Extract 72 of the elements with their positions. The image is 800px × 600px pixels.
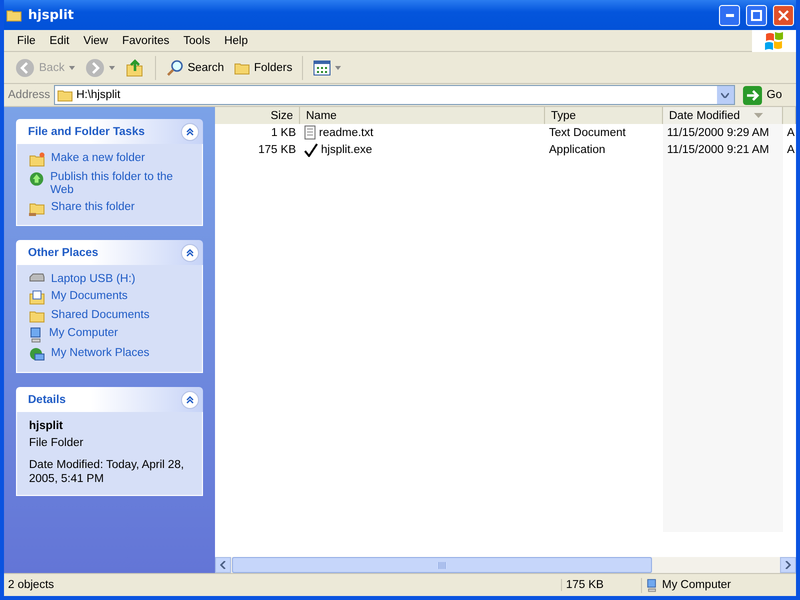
panel-title: File and Folder Tasks	[28, 126, 145, 138]
table-cell: 11/15/2000 9:21 AM	[663, 141, 783, 158]
computer-icon	[29, 327, 43, 343]
menu-item[interactable]: Edit	[42, 34, 76, 46]
new-folder-icon	[29, 152, 45, 167]
folder-icon	[57, 88, 74, 102]
menu-item[interactable]: Favorites	[115, 34, 176, 46]
task-link[interactable]: My Documents	[29, 290, 192, 305]
task-link[interactable]: Shared Documents	[29, 309, 192, 323]
menu-item[interactable]: View	[76, 34, 116, 46]
scroll-left-button[interactable]	[215, 557, 231, 573]
task-link[interactable]: Share this folder	[29, 201, 192, 216]
caret-icon	[68, 66, 75, 70]
shared-folder-icon	[29, 201, 45, 216]
menu-item[interactable]: Tools	[176, 34, 218, 46]
collapse-button[interactable]	[181, 390, 199, 408]
network-icon	[29, 347, 45, 363]
address-label: Address	[8, 89, 50, 101]
folder-icon	[6, 8, 22, 22]
search-icon	[166, 58, 184, 76]
folder-icon	[234, 60, 250, 74]
text-file-icon	[304, 125, 316, 140]
task-link[interactable]: Make a new folder	[29, 152, 192, 167]
address-field[interactable]: H:\hjsplit	[54, 85, 735, 105]
status-count: 2 objects	[7, 579, 56, 591]
scroll-right-button[interactable]	[780, 557, 796, 573]
folder-type: File Folder	[29, 436, 84, 450]
caret-icon	[108, 66, 115, 70]
chevron-icon	[186, 128, 194, 136]
minimize-button[interactable]	[719, 4, 740, 26]
dropdown-button[interactable]	[716, 86, 734, 104]
date-modified-text: Date Modified: Today, April 28, 2005, 5:41 PM	[29, 458, 185, 486]
folder-up-icon	[124, 58, 145, 78]
views-icon	[313, 60, 332, 76]
collapse-button[interactable]	[181, 122, 199, 140]
maximize-icon	[751, 10, 762, 20]
documents-icon	[29, 290, 45, 305]
task-link[interactable]: Publish this folder to the Web	[29, 171, 192, 197]
minimize-icon	[726, 14, 734, 16]
scroll-thumb[interactable]	[232, 557, 652, 573]
menu-item[interactable]: Help	[217, 34, 255, 46]
folders-button[interactable]: Folders	[231, 58, 296, 76]
file-name[interactable]: readme.txt	[300, 124, 545, 141]
panel-title: Details	[28, 394, 66, 406]
folder-icon	[29, 309, 45, 323]
computer-icon	[646, 578, 658, 592]
caret-icon	[721, 92, 730, 98]
checkmark-icon	[304, 142, 318, 156]
close-button[interactable]	[773, 4, 794, 26]
sort-arrow-icon	[754, 113, 763, 118]
caret-icon	[335, 66, 342, 70]
chevron-icon	[186, 396, 194, 404]
task-link[interactable]: My Network Places	[29, 347, 192, 363]
drive-icon	[29, 273, 45, 283]
task-link[interactable]: Laptop USB (H:)	[29, 273, 192, 286]
globe-icon	[29, 171, 44, 187]
chevron-icon	[186, 248, 194, 256]
panel-title: Other Places	[28, 246, 98, 258]
table-cell: 11/15/2000 9:29 AM	[663, 124, 783, 141]
maximize-button[interactable]	[746, 4, 767, 26]
status-zone: My Computer	[641, 578, 796, 592]
grip-icon	[438, 562, 446, 568]
folder-name: hjsplit	[29, 420, 64, 432]
task-link[interactable]: My Computer	[29, 327, 192, 343]
go-button[interactable]: Go	[738, 86, 792, 104]
flag-logo-icon	[764, 32, 784, 50]
close-icon	[778, 10, 789, 20]
window-title: hjsplit	[28, 8, 75, 22]
menu-item[interactable]: File	[10, 34, 43, 46]
search-button[interactable]: Search	[162, 56, 228, 78]
status-size: 175 KB	[561, 579, 641, 591]
collapse-button[interactable]	[181, 244, 199, 262]
